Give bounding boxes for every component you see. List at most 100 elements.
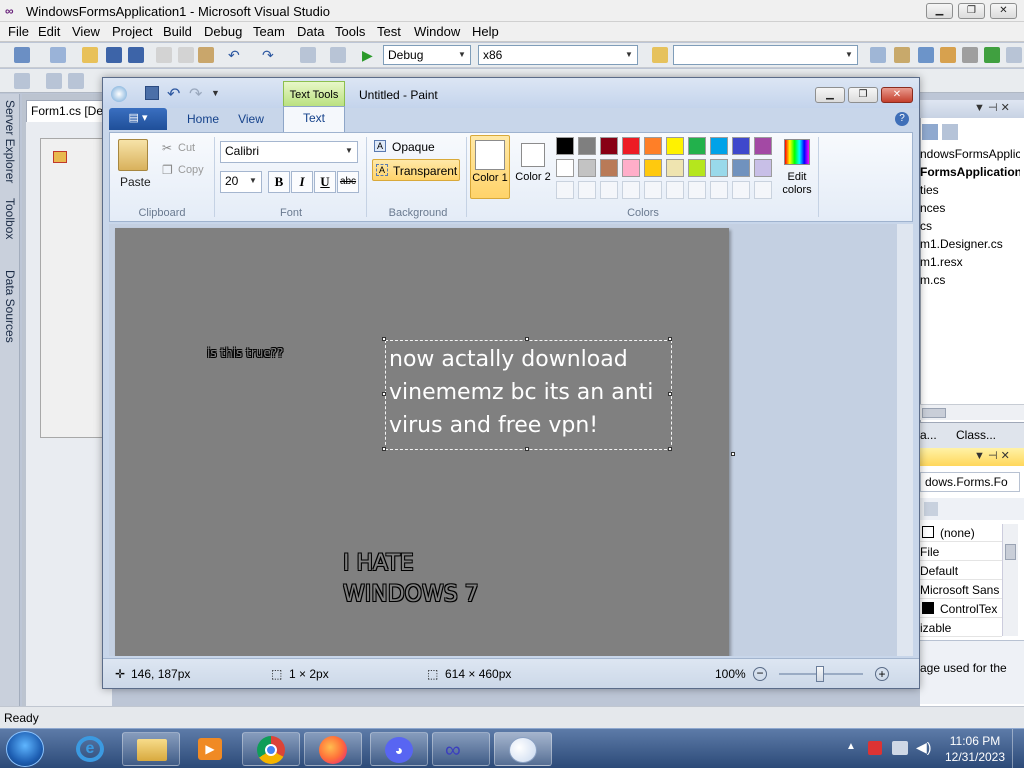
custom-color-slot[interactable] <box>644 181 662 199</box>
palette-color-swatch[interactable] <box>710 159 728 177</box>
palette-color-swatch[interactable] <box>600 137 618 155</box>
paint-minimize-button[interactable]: ▁ <box>815 87 845 103</box>
vs-minimize-button[interactable]: ▁ <box>926 3 953 19</box>
palette-color-swatch[interactable] <box>710 137 728 155</box>
palette-color-swatch[interactable] <box>666 137 684 155</box>
internet-explorer-icon[interactable]: e <box>62 732 120 766</box>
panel-options-icon[interactable]: ▼ ⊣ ✕ <box>974 449 1010 462</box>
custom-color-slot[interactable] <box>732 181 750 199</box>
paste-icon[interactable] <box>198 47 214 63</box>
toolbox-tab[interactable]: Toolbox <box>3 198 17 239</box>
font-size-dropdown[interactable]: 20 ▼ <box>220 171 262 193</box>
tab-view[interactable]: View <box>229 108 273 132</box>
find-in-files-icon[interactable] <box>652 47 668 63</box>
menu-test[interactable]: Test <box>377 24 401 39</box>
toolbar-overflow-icon[interactable] <box>1006 47 1022 63</box>
properties-item[interactable]: ties <box>920 183 1020 197</box>
property-row[interactable]: File <box>920 543 1002 561</box>
references-item[interactable]: nces <box>920 201 1020 215</box>
start-button[interactable] <box>6 731 44 767</box>
find-combo[interactable]: ▼ <box>673 45 858 65</box>
properties-view-icon[interactable] <box>922 124 938 140</box>
object-browser-icon[interactable] <box>918 47 934 63</box>
paint-menu-button[interactable]: ▤ ▾ <box>109 108 167 130</box>
palette-color-swatch[interactable] <box>578 137 596 155</box>
strikethrough-button[interactable]: abc <box>337 171 359 193</box>
chrome-icon[interactable] <box>242 732 300 766</box>
firefox-icon[interactable] <box>304 732 362 766</box>
menu-project[interactable]: Project <box>112 24 152 39</box>
menu-team[interactable]: Team <box>253 24 285 39</box>
palette-color-swatch[interactable] <box>688 159 706 177</box>
resize-handle[interactable] <box>525 447 529 451</box>
resize-handle[interactable] <box>668 392 672 396</box>
custom-color-slot[interactable] <box>666 181 684 199</box>
project-item[interactable]: FormsApplication1 <box>920 165 1020 179</box>
custom-color-slot[interactable] <box>622 181 640 199</box>
save-icon[interactable] <box>145 86 159 100</box>
resize-handle[interactable] <box>525 337 529 341</box>
form1-item[interactable]: cs <box>920 219 1020 233</box>
property-row[interactable]: ControlTex <box>920 600 1002 618</box>
menu-edit[interactable]: Edit <box>38 24 60 39</box>
show-hidden-icons[interactable]: ▲ <box>846 741 856 752</box>
opaque-button[interactable]: A Opaque <box>372 137 458 157</box>
menu-help[interactable]: Help <box>472 24 499 39</box>
transparent-button[interactable]: A Transparent <box>372 159 460 181</box>
paint-maximize-button[interactable]: ❐ <box>848 87 878 103</box>
properties-scrollbar[interactable] <box>1002 524 1018 636</box>
underline-button[interactable]: U <box>314 171 336 193</box>
resize-handle[interactable] <box>382 337 386 341</box>
menu-data[interactable]: Data <box>297 24 324 39</box>
drawing-canvas[interactable]: is this true?? now actally download vine… <box>115 228 729 656</box>
menu-debug[interactable]: Debug <box>204 24 242 39</box>
undo-icon[interactable]: ↶ <box>167 84 180 104</box>
custom-color-slot[interactable] <box>710 181 728 199</box>
zoom-out-button[interactable]: − <box>753 667 767 681</box>
configuration-dropdown[interactable]: Debug ▼ <box>383 45 471 65</box>
canvas-vertical-scrollbar[interactable] <box>897 224 913 656</box>
paint-close-button[interactable]: ✕ <box>881 87 913 103</box>
palette-color-swatch[interactable] <box>622 159 640 177</box>
zoom-in-button[interactable]: + <box>875 667 889 681</box>
menu-file[interactable]: File <box>8 24 29 39</box>
class-view-tab[interactable]: Class... <box>956 428 996 442</box>
network-icon[interactable] <box>892 741 908 755</box>
action-center-icon[interactable] <box>868 741 882 755</box>
visual-studio-taskbar-icon[interactable]: ∞ <box>432 732 490 766</box>
vs-close-button[interactable]: ✕ <box>990 3 1017 19</box>
color2-button[interactable]: Color 2 <box>514 135 552 199</box>
system-clock[interactable]: 11:06 PM 12/31/2023 <box>940 733 1010 765</box>
toolbox-icon[interactable] <box>940 47 956 63</box>
paint-app-icon[interactable] <box>111 86 127 102</box>
show-desktop-button[interactable] <box>1012 729 1024 768</box>
solution-horizontal-scrollbar[interactable] <box>920 404 1024 420</box>
custom-color-slot[interactable] <box>688 181 706 199</box>
navigate-backward-icon[interactable] <box>300 47 316 63</box>
scroll-thumb[interactable] <box>1005 544 1016 560</box>
menu-build[interactable]: Build <box>163 24 192 39</box>
zoom-slider-thumb[interactable] <box>816 666 824 682</box>
data-sources-tab[interactable]: Data Sources <box>3 270 17 343</box>
palette-color-swatch[interactable] <box>556 137 574 155</box>
undo-icon[interactable]: ↶ <box>228 47 244 63</box>
custom-color-slot[interactable] <box>600 181 618 199</box>
properties-object-dropdown[interactable]: dows.Forms.Fo <box>920 472 1020 492</box>
palette-color-swatch[interactable] <box>754 159 772 177</box>
color1-button[interactable]: Color 1 <box>470 135 510 199</box>
server-explorer-tab[interactable]: Server Explorer <box>3 100 17 183</box>
custom-color-slot[interactable] <box>556 181 574 199</box>
tools-icon[interactable] <box>962 47 978 63</box>
palette-color-swatch[interactable] <box>644 137 662 155</box>
redo-icon[interactable]: ↷ <box>262 47 278 63</box>
start-debugging-icon[interactable]: ▶ <box>362 47 378 63</box>
palette-color-swatch[interactable] <box>666 159 684 177</box>
vs-maximize-button[interactable]: ❐ <box>958 3 985 19</box>
paint-taskbar-icon[interactable] <box>494 732 552 766</box>
align-centers-icon[interactable] <box>68 73 84 89</box>
palette-color-swatch[interactable] <box>688 137 706 155</box>
align-lefts-icon[interactable] <box>46 73 62 89</box>
program-item[interactable]: m.cs <box>920 273 1020 287</box>
italic-button[interactable]: I <box>291 171 313 193</box>
resize-handle[interactable] <box>382 392 386 396</box>
